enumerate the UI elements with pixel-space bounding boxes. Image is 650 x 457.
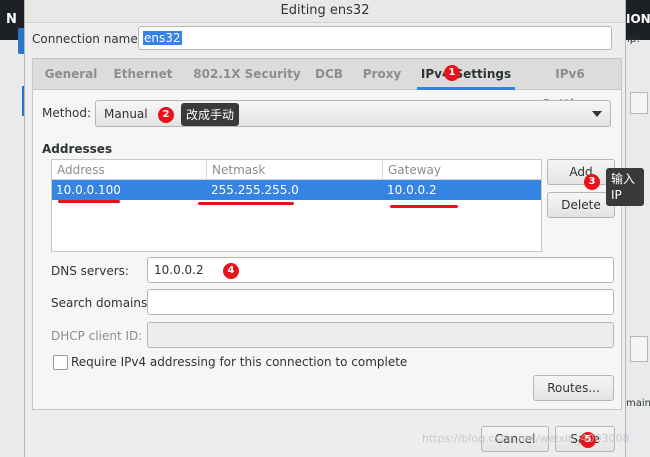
addresses-table[interactable]: Address Netmask Gateway 10.0.0.100 255.2… — [51, 159, 542, 252]
dns-servers-label: DNS servers: — [51, 264, 129, 278]
annotation-underline-address — [58, 200, 120, 203]
annotation-badge-2: 2 — [158, 107, 174, 123]
tab-ethernet[interactable]: Ethernet — [111, 59, 175, 89]
column-header-address[interactable]: Address — [52, 160, 207, 180]
watermark: https://blog.csdn.net/weixin_4003008 — [422, 432, 630, 445]
column-header-gateway[interactable]: Gateway — [383, 160, 541, 180]
column-header-netmask[interactable]: Netmask — [207, 160, 383, 180]
tab-ipv6-settings[interactable]: IPv6 Settings — [525, 59, 615, 111]
chevron-down-icon — [592, 111, 602, 117]
add-address-button[interactable]: Add — [547, 159, 615, 185]
cell-gateway[interactable]: 10.0.0.2 — [383, 180, 437, 200]
annotation-badge-1: 1 — [444, 65, 460, 81]
tab-general[interactable]: General — [39, 59, 103, 89]
tab-8021x-security[interactable]: 802.1X Security — [191, 59, 303, 89]
annotation-badge-3: 3 — [584, 174, 600, 190]
connection-name-label: Connection name: — [32, 32, 142, 46]
background-title-right: ION — [626, 12, 650, 26]
settings-notebook: General Ethernet 802.1X Security DCB Pro… — [32, 58, 622, 410]
tab-proxy[interactable]: Proxy — [359, 59, 405, 89]
annotation-tip-ip: 输入 IP — [606, 168, 644, 206]
dialog-title: Editing ens32 — [25, 0, 625, 23]
dhcp-client-id-label: DHCP client ID: — [51, 329, 143, 343]
connection-name-value: ens32 — [143, 31, 182, 45]
dns-servers-input[interactable]: 10.0.0.2 — [147, 257, 614, 283]
background-control-right — [630, 92, 648, 114]
annotation-underline-netmask — [198, 202, 294, 205]
addresses-heading: Addresses — [42, 142, 113, 156]
annotation-underline-gateway — [390, 205, 458, 208]
method-label: Method: — [42, 106, 92, 120]
connection-name-input[interactable]: ens32 — [138, 26, 612, 50]
background-window-left — [0, 0, 24, 457]
background-control-right-2 — [630, 336, 648, 362]
search-domains-input[interactable] — [147, 289, 614, 315]
annotation-tip-manual: 改成手动 — [181, 103, 240, 126]
tab-dcb[interactable]: DCB — [311, 59, 347, 89]
edit-connection-dialog: Editing ens32 Connection name: ens32 Gen… — [24, 0, 626, 457]
background-title-left: N — [6, 12, 17, 27]
annotation-badge-4: 4 — [223, 263, 239, 279]
table-row[interactable]: 10.0.0.100 255.255.255.0 10.0.0.2 — [52, 180, 541, 200]
background-help-text: lp! — [627, 34, 641, 45]
method-value: Manual — [104, 107, 148, 121]
search-domains-label: Search domains: — [51, 296, 152, 310]
tab-ipv4-settings[interactable]: IPv4 Settings — [417, 59, 515, 90]
background-window-right — [624, 0, 650, 457]
tab-bar: General Ethernet 802.1X Security DCB Pro… — [33, 59, 621, 111]
cell-address[interactable]: 10.0.0.100 — [52, 180, 121, 200]
require-ipv4-checkbox[interactable] — [53, 355, 68, 370]
routes-button[interactable]: Routes... — [533, 375, 614, 401]
delete-address-button[interactable]: Delete — [547, 192, 615, 218]
require-ipv4-label[interactable]: Require IPv4 addressing for this connect… — [71, 355, 407, 369]
background-text-right: main — [626, 398, 650, 409]
dhcp-client-id-input — [147, 322, 614, 348]
cell-netmask[interactable]: 255.255.255.0 — [207, 180, 299, 200]
